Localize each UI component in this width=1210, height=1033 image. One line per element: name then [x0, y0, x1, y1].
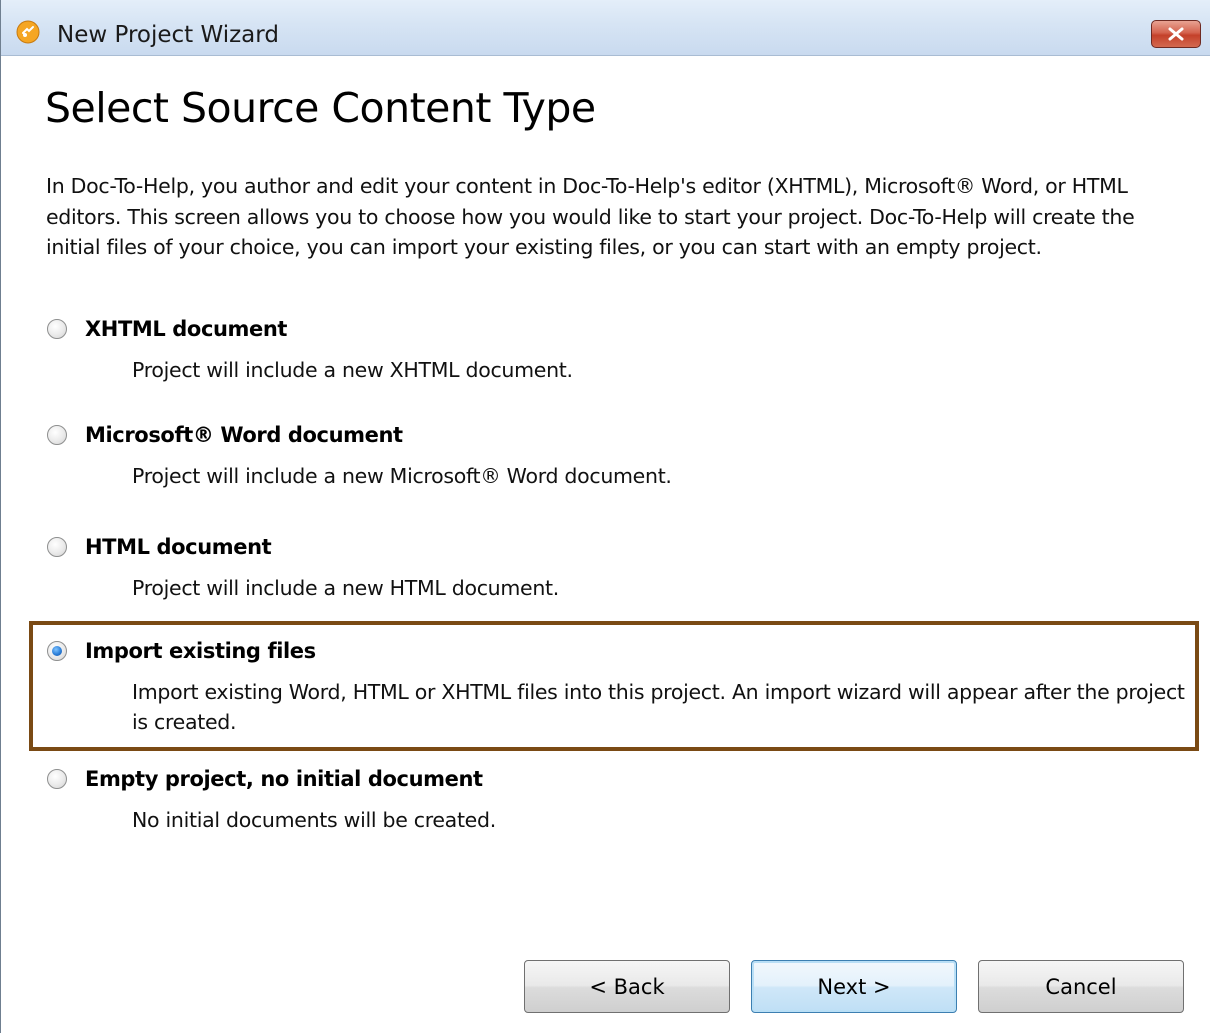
option-xhtml-document[interactable]: XHTML document — [47, 317, 287, 341]
option-description: Project will include a new Microsoft® Wo… — [132, 464, 672, 488]
close-icon — [1168, 27, 1184, 41]
option-label: Empty project, no initial document — [85, 767, 483, 791]
option-word-document[interactable]: Microsoft® Word document — [47, 423, 403, 447]
radio-import-existing-files[interactable] — [47, 641, 67, 661]
option-label: Import existing files — [85, 639, 316, 663]
cancel-button[interactable]: Cancel — [978, 960, 1184, 1013]
title-bar[interactable]: New Project Wizard — [1, 0, 1210, 56]
option-label: Microsoft® Word document — [85, 423, 403, 447]
doc-to-help-app-icon — [16, 20, 40, 44]
radio-word-document[interactable] — [47, 425, 67, 445]
option-label: XHTML document — [85, 317, 288, 341]
option-description: Project will include a new XHTML documen… — [132, 358, 573, 382]
option-html-document[interactable]: HTML document — [47, 535, 272, 559]
option-empty-project[interactable]: Empty project, no initial document — [47, 767, 483, 791]
window-title: New Project Wizard — [57, 22, 279, 48]
radio-empty-project[interactable] — [47, 769, 67, 789]
page-title: Select Source Content Type — [45, 84, 596, 132]
option-description: No initial documents will be created. — [132, 808, 496, 832]
radio-xhtml-document[interactable] — [47, 319, 67, 339]
option-label: HTML document — [85, 535, 272, 559]
radio-html-document[interactable] — [47, 537, 67, 557]
intro-text: In Doc-To-Help, you author and edit your… — [46, 174, 1135, 259]
back-button[interactable]: < Back — [524, 960, 730, 1013]
option-import-existing-files[interactable]: Import existing files — [47, 639, 316, 663]
option-description: Project will include a new HTML document… — [132, 576, 559, 600]
wizard-window: New Project Wizard Select Source Content… — [0, 0, 1210, 1033]
option-description: Import existing Word, HTML or XHTML file… — [132, 680, 1185, 734]
close-button[interactable] — [1151, 20, 1201, 48]
next-button[interactable]: Next > — [751, 960, 957, 1013]
